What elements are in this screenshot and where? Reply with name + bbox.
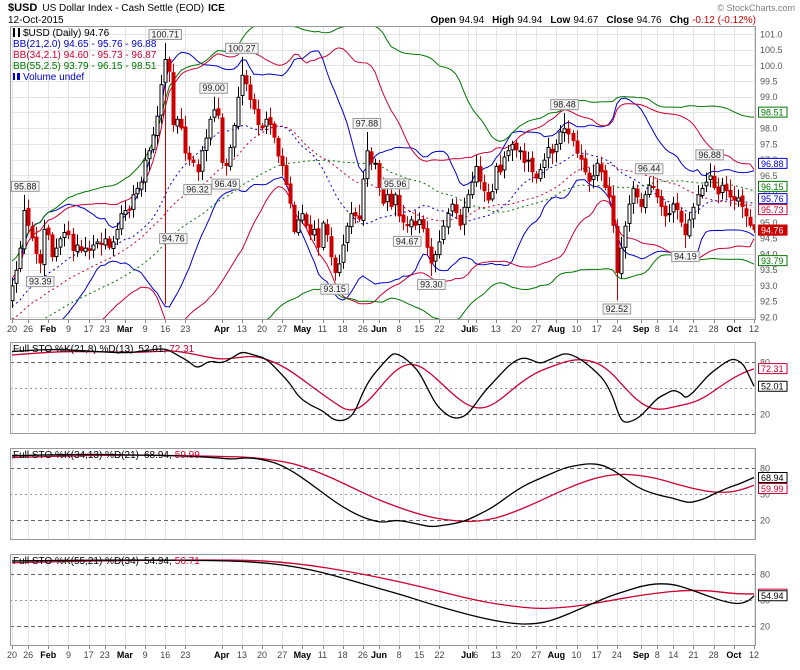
stoch-panel-2-legend: Full STO %K(34,13) %D(21) 68.94,59.99 — [13, 450, 200, 461]
open-label: Open — [430, 15, 456, 26]
chg-label: Chg — [670, 15, 689, 26]
high-value: 94.94 — [517, 15, 542, 26]
bb55-legend-item: BB(55,2.5) 93.79 - 96.15 - 98.51 — [13, 61, 156, 72]
copyright: © StockCharts.com — [717, 3, 795, 13]
open-value: 94.94 — [459, 15, 484, 26]
stoch3-k-value: 54.94, — [144, 556, 172, 567]
ohlc-quote: Open94.94High94.94Low94.67Close94.76Chg-… — [430, 15, 756, 26]
stoch2-label: Full STO %K(34,13) %D(21) — [13, 450, 139, 461]
stockcharts-sharpchart-page: $USD US Dollar Index - Cash Settle (EOD) I… — [0, 0, 800, 670]
chart-date: 12-Oct-2015 — [8, 15, 64, 26]
stoch1-d-value: 72.31 — [169, 344, 194, 355]
stoch-panel-3-legend: Full STO %K(55,21) %D(34) 54.94,56.71 — [13, 556, 200, 567]
ticker-symbol: $USD — [8, 2, 37, 14]
main-chart-legend: $USD (Daily) 94.76 BB(21,2.0) 94.65 - 95… — [13, 28, 156, 83]
chart-title-row: $USD US Dollar Index - Cash Settle (EOD) I… — [8, 2, 225, 14]
low-label: Low — [550, 15, 570, 26]
stoch1-label: Full STO %K(21,8) %D(13) — [13, 344, 133, 355]
candlestick-icon — [13, 28, 20, 37]
volume-legend-item: Volume undef — [13, 72, 156, 83]
volume-icon — [13, 73, 20, 80]
stoch1-k-value: 52.01, — [138, 344, 166, 355]
volume-legend-label: Volume undef — [23, 72, 84, 83]
exchange-label: ICE — [208, 3, 225, 14]
stoch2-d-value: 59.99 — [175, 450, 200, 461]
chg-value: -0.12 (-0.12%) — [692, 15, 756, 26]
bb21-legend-item: BB(21,2.0) 94.65 - 95.76 - 96.88 — [13, 39, 156, 50]
chart-header: $USD US Dollar Index - Cash Settle (EOD) I… — [0, 0, 800, 28]
bb34-legend-item: BB(34,2.1) 94.60 - 95.73 - 96.87 — [13, 50, 156, 61]
low-value: 94.67 — [573, 15, 598, 26]
stoch-panel-1-legend: Full STO %K(21,8) %D(13) 52.01,72.31 — [13, 344, 194, 355]
close-label: Close — [606, 15, 633, 26]
close-value: 94.76 — [637, 15, 662, 26]
high-label: High — [492, 15, 514, 26]
stoch2-k-value: 68.94, — [144, 450, 172, 461]
chart-title: US Dollar Index - Cash Settle (EOD) — [42, 3, 204, 14]
stoch3-d-value: 56.71 — [175, 556, 200, 567]
series-legend-label: $USD (Daily) 94.76 — [23, 28, 109, 39]
stoch3-label: Full STO %K(55,21) %D(34) — [13, 556, 139, 567]
price-chart-canvas — [0, 0, 800, 670]
series-legend-item: $USD (Daily) 94.76 — [13, 28, 156, 39]
